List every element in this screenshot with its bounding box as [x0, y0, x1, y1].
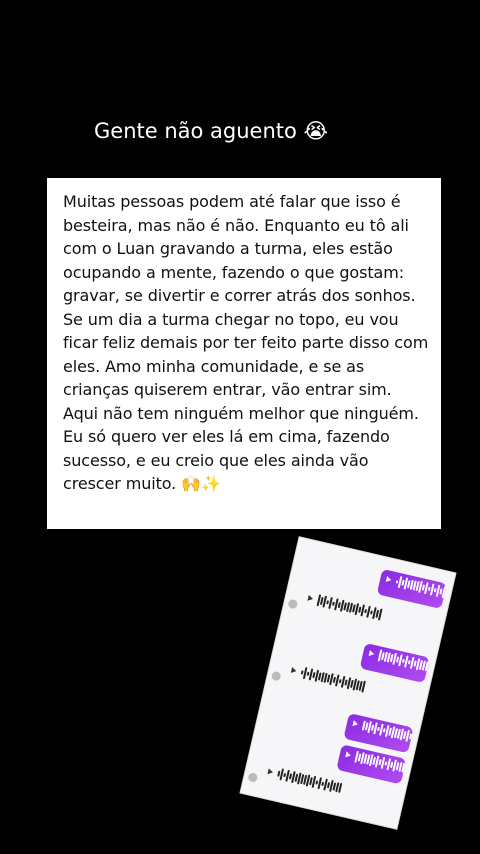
play-icon[interactable]	[385, 576, 392, 584]
text-card: Muitas pessoas podem até falar que isso …	[47, 178, 441, 529]
waveform	[377, 648, 430, 673]
waveform	[354, 750, 407, 775]
play-icon[interactable]	[307, 594, 314, 602]
contact-avatar	[287, 598, 299, 610]
incoming-voice-message[interactable]	[282, 660, 370, 704]
waveform	[395, 574, 447, 599]
play-icon[interactable]	[368, 650, 375, 658]
waveform	[316, 593, 383, 621]
play-icon[interactable]	[352, 720, 359, 728]
chat-screenshot	[240, 537, 456, 829]
outgoing-voice-message[interactable]	[359, 642, 430, 684]
card-text: Muitas pessoas podem até falar que isso …	[63, 192, 429, 493]
contact-avatar	[247, 772, 259, 783]
incoming-voice-message[interactable]	[298, 588, 386, 632]
waveform	[300, 665, 366, 693]
waveform	[276, 767, 342, 795]
incoming-voice-message[interactable]	[258, 761, 346, 805]
contact-avatar	[270, 670, 282, 682]
play-icon[interactable]	[345, 751, 352, 759]
waveform	[361, 719, 414, 744]
play-icon[interactable]	[267, 768, 274, 776]
post-title: Gente não aguento 😭	[94, 119, 329, 143]
play-icon[interactable]	[290, 667, 298, 675]
outgoing-voice-message[interactable]	[376, 568, 447, 610]
